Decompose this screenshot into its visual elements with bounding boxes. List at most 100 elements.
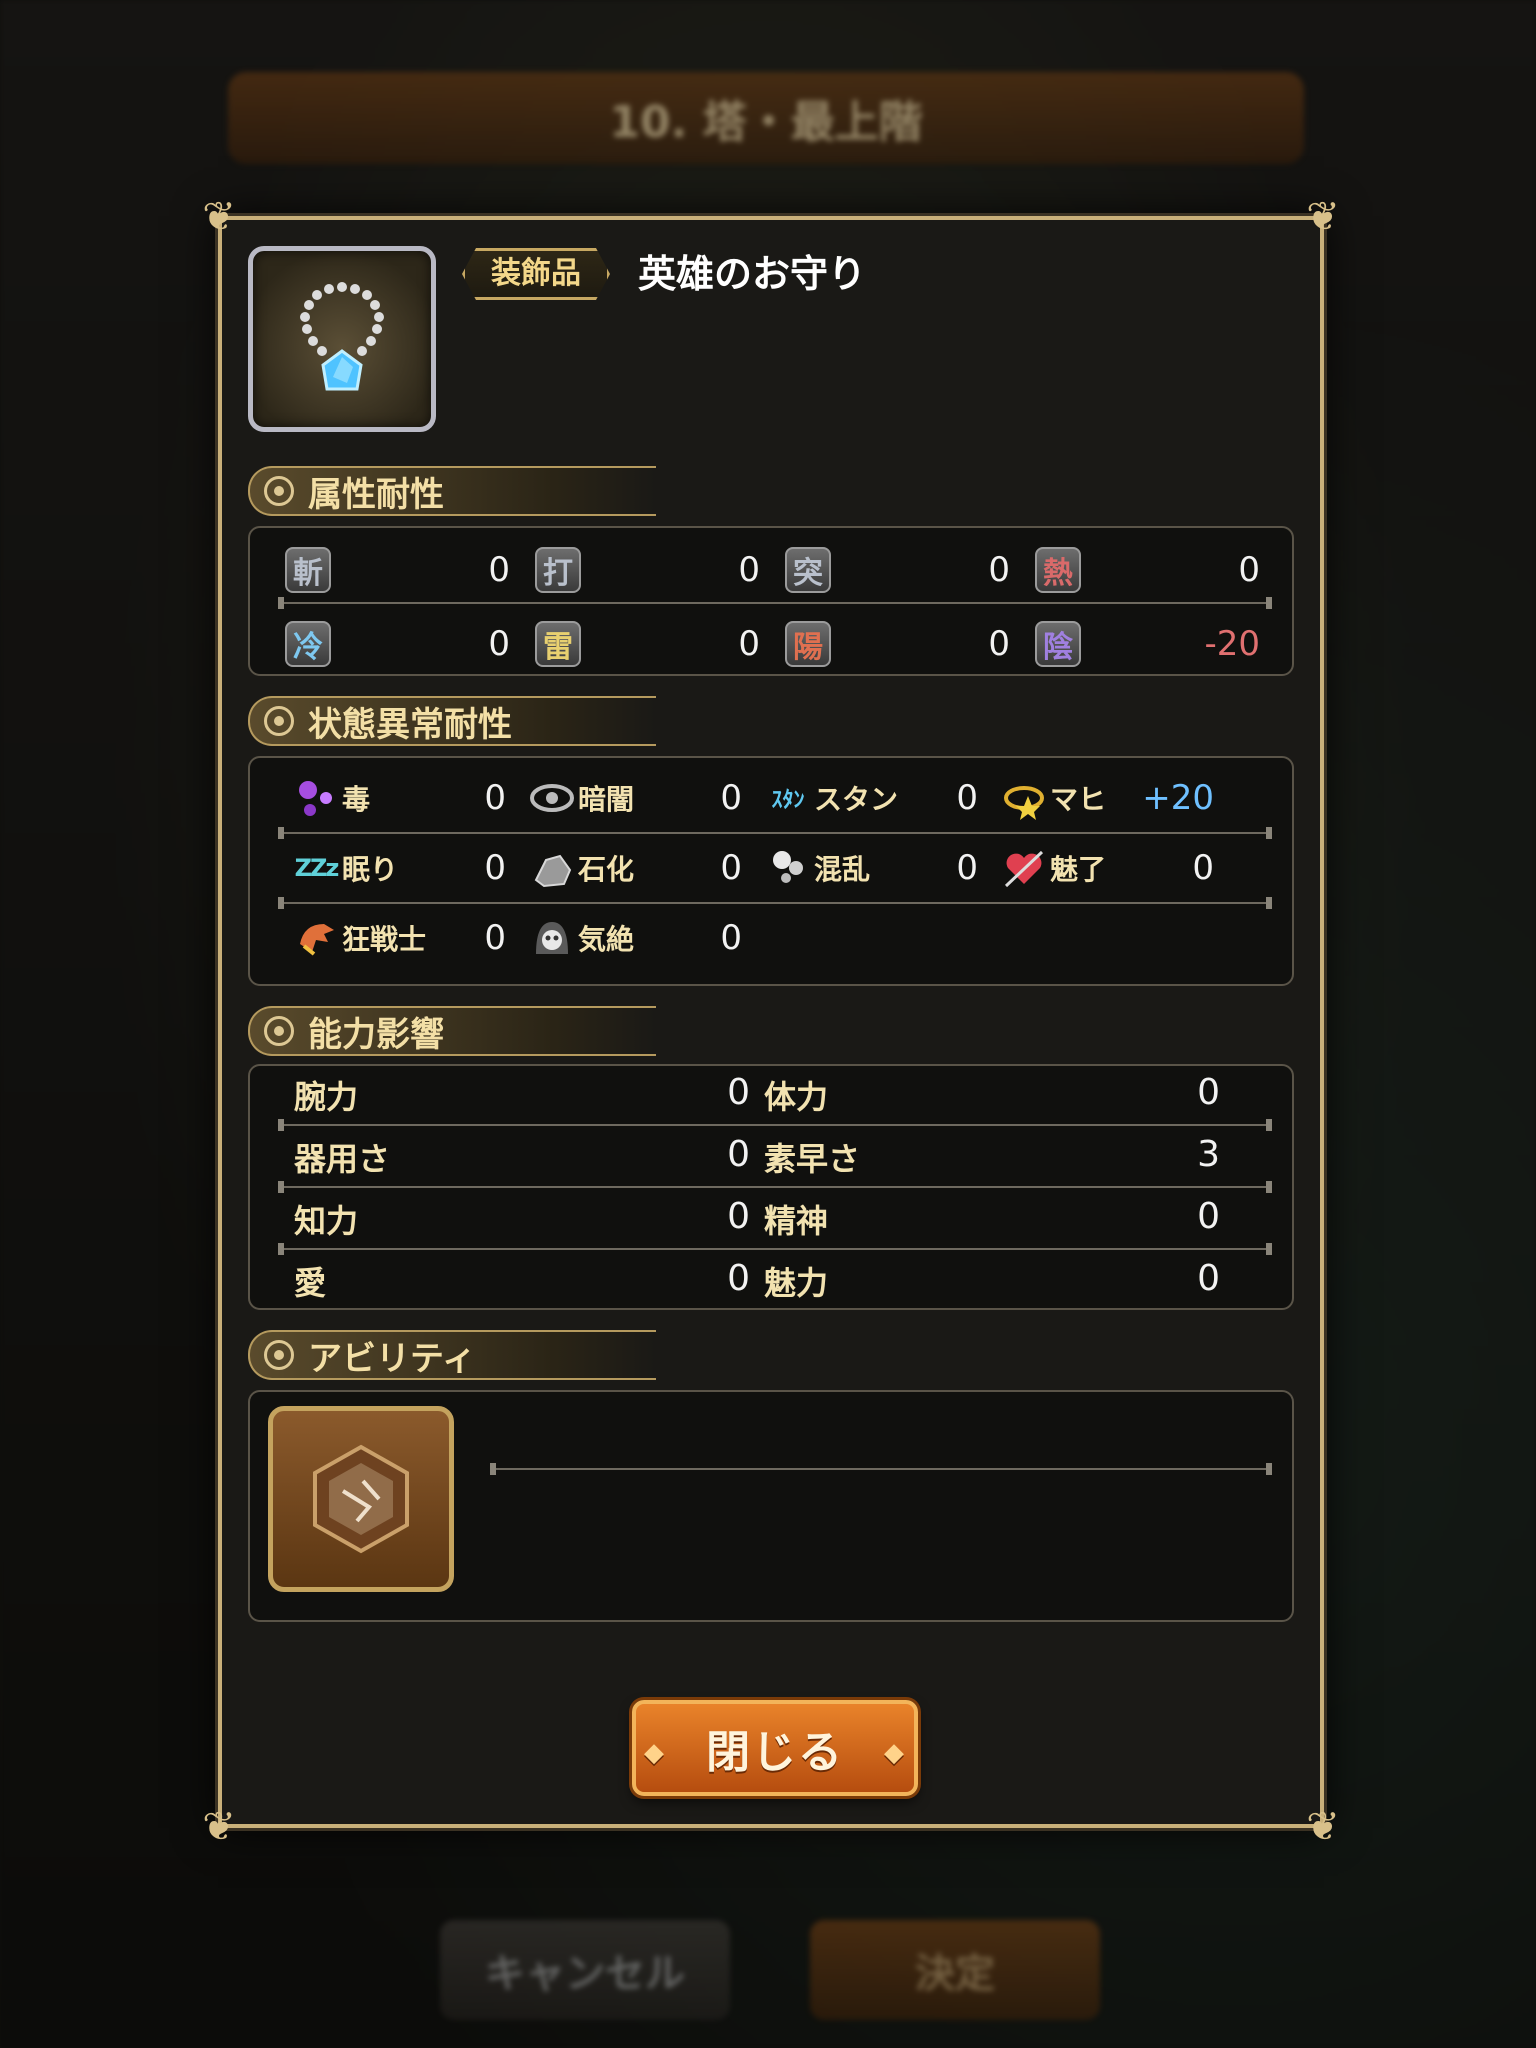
stat-label: 知力 — [294, 1202, 359, 1240]
petrify-icon — [528, 844, 576, 892]
element-resist-item: 突0 — [784, 542, 1010, 598]
corner-ornament-icon: ❦ — [202, 194, 236, 240]
item-category-badge: 装飾品 — [462, 248, 610, 300]
background-confirm-button: 決定 — [810, 1920, 1100, 2020]
element-resist-item: 陰 -20 — [1034, 616, 1260, 672]
charm-heart-icon — [1000, 844, 1048, 892]
ability-slot-icon[interactable] — [268, 1406, 454, 1592]
stat-label: 体力 — [764, 1078, 829, 1116]
element-resist-value: 0 — [488, 624, 510, 664]
stat-label: 愛 — [294, 1264, 327, 1302]
status-resist-item: マヒ +20 — [1000, 770, 1214, 826]
sleep-icon: ZZz — [294, 854, 340, 882]
element-tile-icon: 雷 — [535, 621, 581, 667]
element-resist-item: 雷0 — [534, 616, 760, 672]
divider — [278, 827, 1272, 839]
section-element-resist: 属性耐性 — [248, 466, 656, 516]
status-label: 石化 — [578, 853, 635, 886]
element-tile-icon: 突 — [785, 547, 831, 593]
divider — [278, 1181, 1272, 1193]
status-label: 気絶 — [578, 923, 635, 956]
status-resist-item: 石化 0 — [528, 840, 742, 896]
status-label: 魅了 — [1050, 853, 1107, 886]
stat-value: 0 — [1197, 1072, 1220, 1113]
stat-label: 素早さ — [764, 1140, 861, 1178]
ability-panel — [248, 1390, 1294, 1622]
section-status-resist: 状態異常耐性 — [248, 696, 656, 746]
status-resist-item: ｽﾀﾝ スタン 0 — [764, 770, 978, 826]
corner-ornament-icon: ❦ — [202, 1804, 236, 1850]
status-resist-value: 0 — [484, 848, 506, 888]
section-title: 能力影響 — [308, 1014, 444, 1055]
paralysis-icon — [1000, 774, 1048, 822]
status-label: マヒ — [1050, 783, 1107, 816]
divider — [278, 1243, 1272, 1255]
berserk-icon — [292, 914, 340, 962]
status-label: 眠り — [342, 853, 399, 886]
element-resist-value: 0 — [738, 550, 760, 590]
status-label: スタン — [814, 783, 899, 816]
element-resist-value: -20 — [1204, 624, 1260, 664]
stat-label: 精神 — [764, 1202, 829, 1240]
status-resist-item: 暗闇 0 — [528, 770, 742, 826]
element-tile-icon: 打 — [535, 547, 581, 593]
corner-ornament-icon: ❦ — [1306, 194, 1340, 240]
status-resist-value: 0 — [1192, 848, 1214, 888]
status-resist-value: 0 — [956, 848, 978, 888]
element-tile-icon: 陰 — [1035, 621, 1081, 667]
item-name: 英雄のお守り — [638, 252, 867, 296]
background-header: 10. 塔・最上階 — [228, 72, 1304, 164]
divider — [490, 1463, 1272, 1475]
corner-ornament-icon: ❦ — [1306, 1804, 1340, 1850]
element-resist-item: 熱0 — [1034, 542, 1260, 598]
gear-icon — [264, 1016, 294, 1046]
stat-value: 3 — [1197, 1134, 1220, 1175]
gear-icon — [264, 476, 294, 506]
element-resist-value: 0 — [738, 624, 760, 664]
status-resist-value: 0 — [956, 778, 978, 818]
stat-value: 0 — [727, 1196, 750, 1237]
element-resist-panel: 斬 0 打 0 突 0 熱 0 冷 0 雷 0 陽 0 陰 -20 — [248, 526, 1294, 676]
element-resist-item: 斬0 — [284, 542, 510, 598]
confuse-icon — [764, 844, 812, 892]
element-resist-value: 0 — [488, 550, 510, 590]
status-label: 暗闇 — [578, 783, 635, 816]
status-label: 混乱 — [814, 853, 871, 886]
status-resist-value: 0 — [484, 918, 506, 958]
stat-value: 0 — [1197, 1258, 1220, 1299]
status-resist-value: 0 — [720, 778, 742, 818]
arrow-right-icon: ◆ — [884, 1738, 906, 1768]
status-label: 狂戦士 — [342, 923, 427, 956]
element-tile-icon: 熱 — [1035, 547, 1081, 593]
element-tile-icon: 陽 — [785, 621, 831, 667]
element-tile-icon: 冷 — [285, 621, 331, 667]
element-resist-item: 陽0 — [784, 616, 1010, 672]
status-resist-item: 混乱 0 — [764, 840, 978, 896]
background-cancel-button: キャンセル — [440, 1920, 730, 2020]
section-title: アビリティ — [308, 1338, 476, 1379]
stat-label: 腕力 — [294, 1078, 359, 1116]
status-label: 毒 — [342, 783, 371, 816]
arrow-left-icon: ◆ — [644, 1738, 666, 1768]
close-button[interactable]: ◆ 閉じる ◆ — [632, 1700, 918, 1796]
element-resist-value: 0 — [1238, 550, 1260, 590]
status-resist-value: 0 — [720, 848, 742, 888]
element-resist-value: 0 — [988, 624, 1010, 664]
stat-value: 0 — [727, 1134, 750, 1175]
status-resist-item: 魅了 0 — [1000, 840, 1214, 896]
status-resist-item: 毒0 — [292, 770, 506, 826]
status-resist-item: ZZz 眠り 0 — [292, 840, 506, 896]
status-resist-value: 0 — [720, 918, 742, 958]
status-resist-value: 0 — [484, 778, 506, 818]
element-resist-value: 0 — [988, 550, 1010, 590]
blind-eye-icon — [528, 774, 576, 822]
divider — [278, 597, 1272, 609]
stun-icon: ｽﾀﾝ — [771, 788, 805, 813]
divider — [278, 897, 1272, 909]
section-ability: アビリティ — [248, 1330, 656, 1380]
section-stat-effect: 能力影響 — [248, 1006, 656, 1056]
section-title: 属性耐性 — [308, 474, 444, 515]
element-tile-icon: 斬 — [285, 547, 331, 593]
status-resist-item: 気絶 0 — [528, 910, 742, 966]
divider — [278, 1119, 1272, 1131]
